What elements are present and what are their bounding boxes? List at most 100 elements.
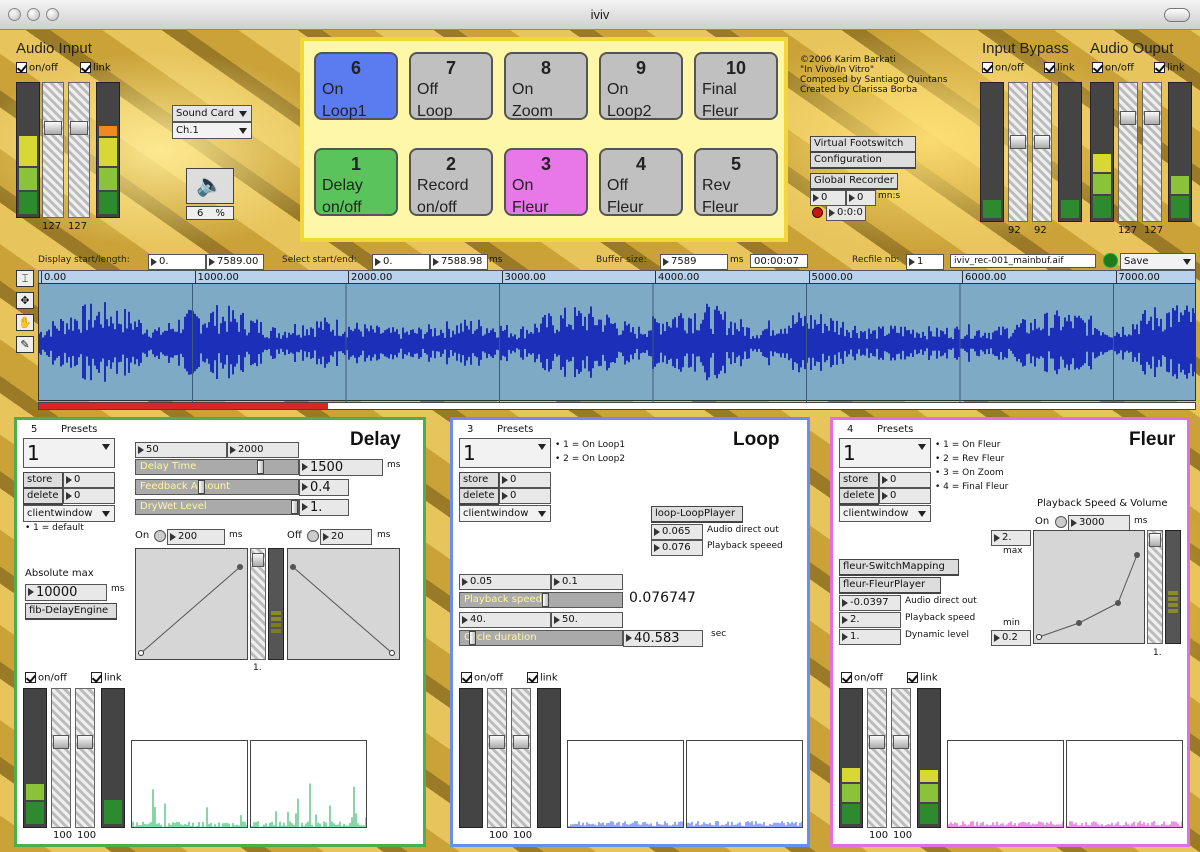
fleur-max-value[interactable]: 2. — [991, 530, 1031, 546]
fleur-on-ms[interactable]: 3000 — [1068, 515, 1130, 531]
hand-tool-icon[interactable]: ✋ — [16, 314, 34, 331]
fleur-left-fader[interactable] — [867, 688, 887, 828]
delay-time-value[interactable]: 1500 — [299, 459, 383, 476]
feedback-amount-slider-thumb[interactable] — [198, 480, 205, 494]
delay-delete-button[interactable]: delete — [23, 488, 63, 505]
display-start-box[interactable]: 0. — [148, 254, 206, 270]
delay-link-checkbox[interactable]: link — [91, 672, 122, 684]
audio-input-right-fader[interactable] — [68, 82, 90, 218]
loop-store-button[interactable]: store — [459, 472, 499, 489]
delay-on-toggle-icon[interactable] — [154, 530, 166, 542]
delay-delete-slot[interactable]: 0 — [63, 488, 115, 504]
playback-speed-slider-thumb[interactable] — [542, 593, 550, 607]
preset-1-delay-onoff-button[interactable]: 1 Delay on/off — [314, 148, 398, 216]
record-indicator-icon[interactable] — [812, 207, 823, 218]
select-end-box[interactable]: 7588.98 — [430, 254, 488, 270]
loop-link-checkbox[interactable]: link — [527, 672, 558, 684]
recfile-nb-box[interactable]: 1 — [906, 254, 944, 270]
preset-7-off-loop-button[interactable]: 7 Off Loop — [409, 52, 493, 120]
save-menu[interactable]: Save — [1120, 253, 1196, 270]
input-bypass-link-checkbox[interactable]: link — [1044, 62, 1075, 74]
select-tool-icon[interactable]: ⌶ — [16, 270, 34, 287]
loop-left-fader[interactable] — [487, 688, 507, 828]
toolbar-toggle-button[interactable] — [1164, 8, 1190, 22]
delay-time-slider[interactable]: Delay Time — [135, 459, 299, 475]
fleur-output-fader[interactable] — [1147, 530, 1163, 644]
speaker-icon[interactable]: 🔈 — [186, 168, 234, 204]
close-window-button[interactable] — [8, 8, 21, 21]
configuration-button[interactable]: Configuration — [810, 152, 916, 169]
fleur-right-fader[interactable] — [891, 688, 911, 828]
audio-input-link-checkbox[interactable]: link — [80, 62, 111, 74]
delay-time-slider-thumb[interactable] — [256, 460, 264, 474]
drywet-level-slider-thumb[interactable] — [291, 500, 298, 514]
minimize-window-button[interactable] — [27, 8, 40, 21]
delay-max-box[interactable]: 2000 — [227, 442, 299, 458]
delay-off-toggle-icon[interactable] — [307, 530, 319, 542]
fleur-switch-mapping-button[interactable]: fleur-SwitchMapping — [839, 559, 959, 576]
delay-right-fader[interactable] — [75, 688, 95, 828]
loop-direct-out-value[interactable]: 0.065 — [651, 524, 703, 540]
loop-playback-speed-value[interactable]: 0.076 — [651, 540, 703, 556]
preset-8-on-zoom-button[interactable]: 8 On Zoom — [504, 52, 588, 120]
fleur-store-slot[interactable]: 0 — [879, 472, 931, 488]
pencil-tool-icon[interactable]: ✎ — [16, 336, 34, 353]
loop-clientwindow-menu[interactable]: clientwindow — [459, 505, 551, 522]
cycle-duration-min-box[interactable]: 40. — [459, 612, 551, 628]
loop-delete-button[interactable]: delete — [459, 488, 499, 505]
fleur-store-button[interactable]: store — [839, 472, 879, 489]
delay-off-ramp-graph[interactable] — [287, 548, 400, 660]
preset-2-record-onoff-button[interactable]: 2 Record on/off — [409, 148, 493, 216]
playback-speed-max-box[interactable]: 0.1 — [551, 574, 623, 590]
preset-10-final-fleur-button[interactable]: 10 Final Fleur — [694, 52, 778, 120]
fleur-dynamic-level-value[interactable]: 1. — [839, 629, 901, 645]
fleur-speed-curve-graph[interactable] — [1033, 530, 1145, 644]
preset-3-on-fleur-button[interactable]: 3 On Fleur — [504, 148, 588, 216]
cycle-duration-slider-thumb[interactable] — [469, 631, 477, 645]
fleur-onoff-checkbox[interactable]: on/off — [841, 672, 883, 684]
fleur-clientwindow-menu[interactable]: clientwindow — [839, 505, 931, 522]
channel-menu[interactable]: Ch.1 — [172, 122, 252, 139]
waveform-display[interactable] — [38, 283, 1196, 402]
input-bypass-onoff-checkbox[interactable]: on/off — [982, 62, 1024, 74]
audio-output-right-fader[interactable] — [1142, 82, 1162, 222]
preset-4-off-fleur-button[interactable]: 4 Off Fleur — [599, 148, 683, 216]
sound-card-menu[interactable]: Sound Card — [172, 105, 252, 122]
delay-engine-button[interactable]: fib-DelayEngine — [25, 603, 117, 620]
audio-input-left-fader[interactable] — [42, 82, 64, 218]
volume-box[interactable]: 6% — [186, 206, 234, 220]
feedback-amount-slider[interactable]: Feedback Amount — [135, 479, 299, 495]
loop-onoff-checkbox[interactable]: on/off — [461, 672, 503, 684]
cycle-duration-max-box[interactable]: 50. — [551, 612, 623, 628]
loop-delete-slot[interactable]: 0 — [499, 488, 551, 504]
drywet-level-slider[interactable]: DryWet Level — [135, 499, 299, 515]
fleur-player-button[interactable]: fleur-FleurPlayer — [839, 577, 941, 594]
drywet-value[interactable]: 1. — [299, 499, 349, 516]
save-indicator-icon[interactable] — [1103, 253, 1118, 268]
fleur-direct-out-value[interactable]: -0.0397 — [839, 595, 901, 611]
absolute-max-box[interactable]: 10000 — [25, 584, 107, 601]
preset-5-rev-fleur-button[interactable]: 5 Rev Fleur — [694, 148, 778, 216]
audio-output-left-fader[interactable] — [1118, 82, 1138, 222]
buffer-size-box[interactable]: 7589 — [660, 254, 728, 270]
fleur-link-checkbox[interactable]: link — [907, 672, 938, 684]
feedback-value[interactable]: 0.4 — [299, 479, 349, 496]
fleur-delete-button[interactable]: delete — [839, 488, 879, 505]
playback-progress-bar[interactable] — [38, 402, 1196, 410]
audio-output-link-checkbox[interactable]: link — [1154, 62, 1185, 74]
global-recorder-button[interactable]: Global Recorder — [810, 173, 898, 190]
fleur-min-value[interactable]: 0.2 — [991, 630, 1031, 646]
delay-on-ms[interactable]: 200 — [167, 529, 225, 545]
recorder-minutes[interactable]: 0 — [810, 190, 846, 206]
delay-onoff-checkbox[interactable]: on/off — [25, 672, 67, 684]
delay-left-fader[interactable] — [51, 688, 71, 828]
playback-speed-slider[interactable]: Playback speed — [459, 592, 623, 608]
display-length-box[interactable]: 7589.00 — [206, 254, 264, 270]
preset-9-on-loop2-button[interactable]: 9 On Loop2 — [599, 52, 683, 120]
fleur-preset-menu[interactable]: 1 — [839, 438, 931, 468]
loop-preset-menu[interactable]: 1 — [459, 438, 551, 468]
delay-off-ms[interactable]: 20 — [320, 529, 372, 545]
playback-speed-min-box[interactable]: 0.05 — [459, 574, 551, 590]
loop-store-slot[interactable]: 0 — [499, 472, 551, 488]
select-start-box[interactable]: 0. — [372, 254, 430, 270]
